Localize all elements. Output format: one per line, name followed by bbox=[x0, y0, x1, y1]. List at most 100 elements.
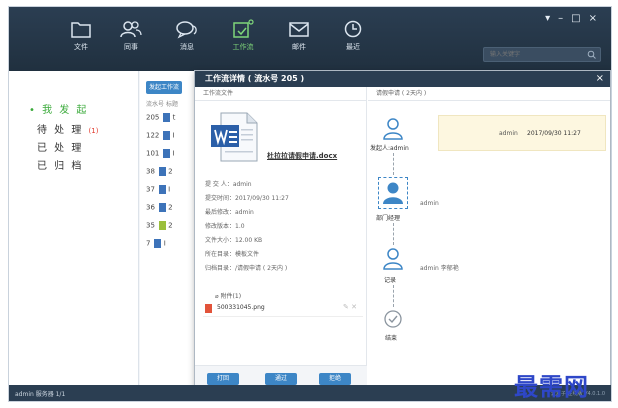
document-icon bbox=[163, 131, 171, 140]
paperclip-icon: ⌀ bbox=[215, 293, 219, 300]
manager-user: admin bbox=[420, 200, 439, 207]
comment-box: admin 2017/09/30 11:27 bbox=[438, 115, 606, 151]
file-pane-header: 工作流文件 bbox=[195, 87, 366, 101]
workflow-file-pane: 工作流文件 杜拉拉请假申请.docx 提 交 人：admin 提交时间：2017… bbox=[195, 87, 367, 391]
word-document-icon bbox=[211, 112, 258, 162]
workflow-detail-dialog: 工作流详情 ( 流水号 205 ) × 工作流文件 杜拉拉请假申请.docx 提… bbox=[194, 70, 611, 392]
sidebar-item-archived[interactable]: 已 归 档 bbox=[37, 157, 83, 172]
meta-version: 修改版本：1.0 bbox=[205, 223, 245, 230]
dialog-title: 工作流详情 ( 流水号 205 ) bbox=[195, 71, 610, 87]
window-controls: ▾–□× bbox=[545, 13, 605, 24]
end-label: 结束 bbox=[385, 335, 398, 342]
row-number: 205 bbox=[146, 113, 160, 122]
flow-connector bbox=[393, 153, 394, 175]
workflow-flow-pane: 请假申请 ( 2天内 ) admin 2017/09/30 11:27 发起人:… bbox=[368, 87, 610, 391]
folder-icon bbox=[71, 22, 91, 38]
pdf-file-icon bbox=[205, 304, 212, 313]
document-icon bbox=[158, 203, 166, 212]
nav-files-label: 文件 bbox=[74, 43, 88, 51]
initiator-label: 发起人:admin bbox=[370, 145, 409, 152]
nav-mail-label: 邮件 bbox=[292, 43, 306, 51]
file-name-link[interactable]: 杜拉拉请假申请.docx bbox=[267, 151, 337, 161]
approve-button[interactable]: 通过 bbox=[265, 373, 297, 385]
nav-files[interactable]: 文件 bbox=[61, 19, 101, 65]
document-icon bbox=[163, 113, 171, 122]
table-row[interactable]: 38 2 bbox=[146, 167, 173, 176]
row-number: 122 bbox=[146, 131, 160, 140]
minimize-icon[interactable]: – bbox=[558, 13, 571, 24]
nav-recent-label: 最近 bbox=[346, 43, 360, 51]
flow-connector bbox=[393, 223, 394, 245]
sidebar-item-processed[interactable]: 已 处 理 bbox=[37, 139, 83, 154]
comment-user: admin bbox=[499, 130, 518, 137]
search-icon[interactable] bbox=[587, 50, 596, 59]
sidebar-item-label: 已 归 档 bbox=[37, 161, 84, 172]
nav-messages-label: 消息 bbox=[180, 43, 194, 51]
table-row[interactable]: 37 I bbox=[146, 185, 170, 194]
sidebar-item-initiated[interactable]: • 我 发 起 bbox=[29, 101, 88, 116]
row-number: 37 bbox=[146, 185, 155, 194]
table-row[interactable]: 35 2 bbox=[146, 221, 173, 230]
table-row[interactable]: 101 I bbox=[146, 149, 175, 158]
deny-button[interactable]: 拒绝 bbox=[319, 373, 351, 385]
meta-archive-directory: 归档目录：/请假申请 ( 2天内 ) bbox=[205, 265, 288, 272]
meta-directory: 所在目录：模板文件 bbox=[205, 251, 260, 258]
search-input[interactable] bbox=[484, 48, 584, 61]
sidebar-item-pending[interactable]: 待 处 理 (1) bbox=[37, 121, 98, 136]
nav-workflow-label: 工作流 bbox=[232, 43, 254, 51]
attachment-actions[interactable]: ✎ ✕ bbox=[343, 303, 357, 311]
nav-colleagues[interactable]: 同事 bbox=[111, 19, 151, 65]
dept-manager-label: 部门经理 bbox=[376, 215, 401, 222]
comment-time: 2017/09/30 11:27 bbox=[527, 130, 581, 137]
start-workflow-button[interactable]: 发起工作流 bbox=[146, 81, 183, 94]
document-icon bbox=[158, 167, 166, 176]
row-title: I bbox=[168, 185, 171, 194]
attachments-label: 附件(1) bbox=[220, 293, 242, 300]
nav-messages[interactable]: 消息 bbox=[167, 19, 207, 65]
row-title: 2 bbox=[168, 203, 173, 212]
attachment-item[interactable]: 500331045.png ✎ ✕ bbox=[203, 301, 363, 317]
record-users: admin 李郁艳 bbox=[420, 265, 459, 272]
table-row[interactable]: 7 I bbox=[146, 239, 166, 248]
row-number: 35 bbox=[146, 221, 155, 230]
table-row[interactable]: 36 2 bbox=[146, 203, 173, 212]
row-title: I bbox=[163, 239, 166, 248]
status-text: admin 服务器 1/1 bbox=[15, 391, 66, 398]
document-icon bbox=[158, 185, 166, 194]
sidebar-item-label: 已 处 理 bbox=[37, 143, 84, 154]
clock-icon bbox=[344, 20, 362, 38]
nav-colleagues-label: 同事 bbox=[124, 43, 138, 51]
close-icon[interactable]: × bbox=[589, 13, 605, 24]
chat-icon bbox=[176, 21, 197, 39]
table-row[interactable]: 205 t bbox=[146, 113, 175, 122]
row-number: 36 bbox=[146, 203, 155, 212]
reject-back-button[interactable]: 打回 bbox=[207, 373, 239, 385]
row-title: I bbox=[172, 149, 175, 158]
row-number: 38 bbox=[146, 167, 155, 176]
meta-submitter: 提 交 人：admin bbox=[205, 181, 252, 188]
nav-recent[interactable]: 最近 bbox=[333, 19, 373, 65]
nav-mail[interactable]: 邮件 bbox=[279, 19, 319, 65]
record-label: 记录 bbox=[384, 277, 397, 284]
mail-icon bbox=[289, 22, 309, 37]
table-row[interactable]: 122 I bbox=[146, 131, 175, 140]
row-number: 101 bbox=[146, 149, 160, 158]
document-icon bbox=[163, 149, 171, 158]
record-user-icon bbox=[383, 248, 403, 270]
meta-file-size: 文件大小：12.00 KB bbox=[205, 237, 263, 244]
workflow-list: 发起工作流 流水号 标题 205 t 122 I 101 I 38 2 37 I… bbox=[140, 71, 200, 385]
row-title: 2 bbox=[168, 221, 173, 230]
row-title: 2 bbox=[168, 167, 173, 176]
row-number: 7 bbox=[146, 239, 151, 248]
dialog-close-icon[interactable]: × bbox=[596, 71, 604, 87]
nav-workflow[interactable]: 工作流 bbox=[223, 19, 263, 65]
top-toolbar: 文件 同事 消息 工作流 邮件 最近 ▾–□× bbox=[9, 7, 611, 71]
flow-pane-title: 请假申请 ( 2天内 ) bbox=[376, 90, 427, 97]
workflow-icon bbox=[233, 19, 254, 38]
maximize-icon[interactable]: □ bbox=[571, 13, 588, 24]
menu-icon[interactable]: ▾ bbox=[545, 13, 558, 24]
column-header-no: 流水号 bbox=[146, 101, 165, 108]
row-title: I bbox=[172, 131, 175, 140]
manager-user-icon bbox=[383, 182, 403, 204]
document-icon bbox=[154, 239, 162, 248]
